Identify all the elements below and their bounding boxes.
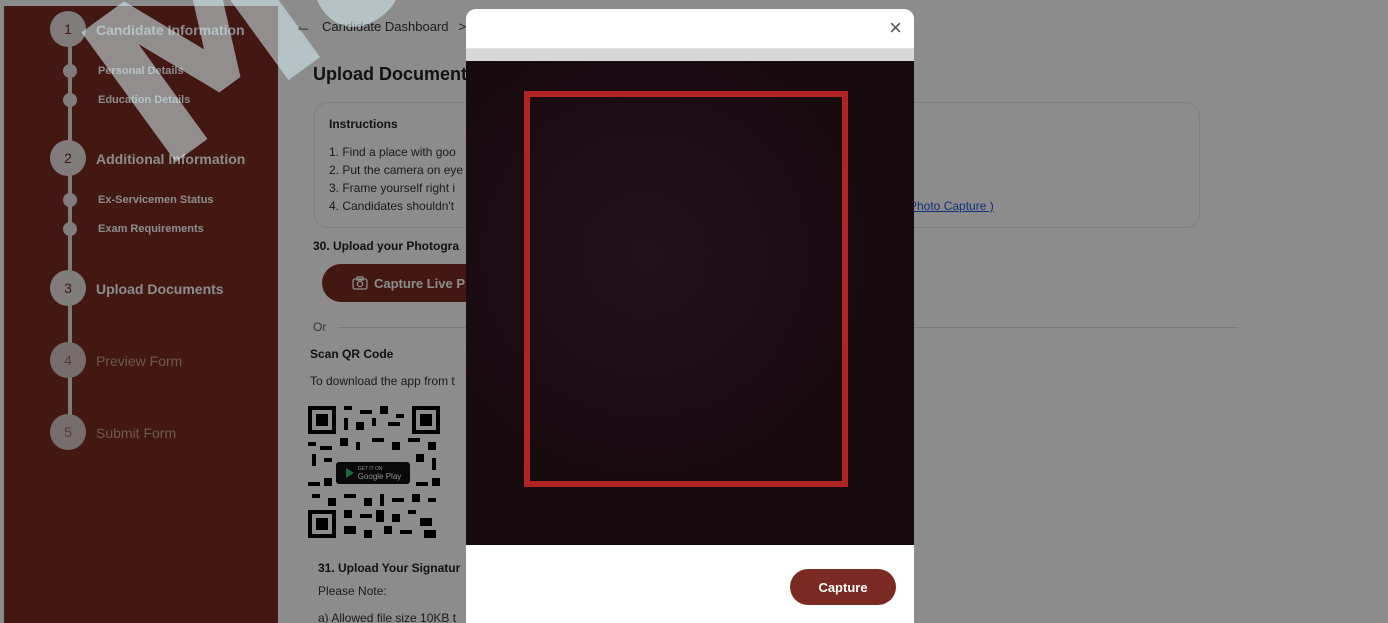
modal-footer: Capture [466,561,914,623]
modal-header: × [466,9,914,49]
face-frame-guide [524,91,848,487]
close-icon[interactable]: × [889,17,902,39]
camera-preview [466,61,914,545]
capture-button[interactable]: Capture [790,569,896,605]
modal-separator [466,49,914,61]
camera-capture-modal: × Capture [466,9,914,623]
